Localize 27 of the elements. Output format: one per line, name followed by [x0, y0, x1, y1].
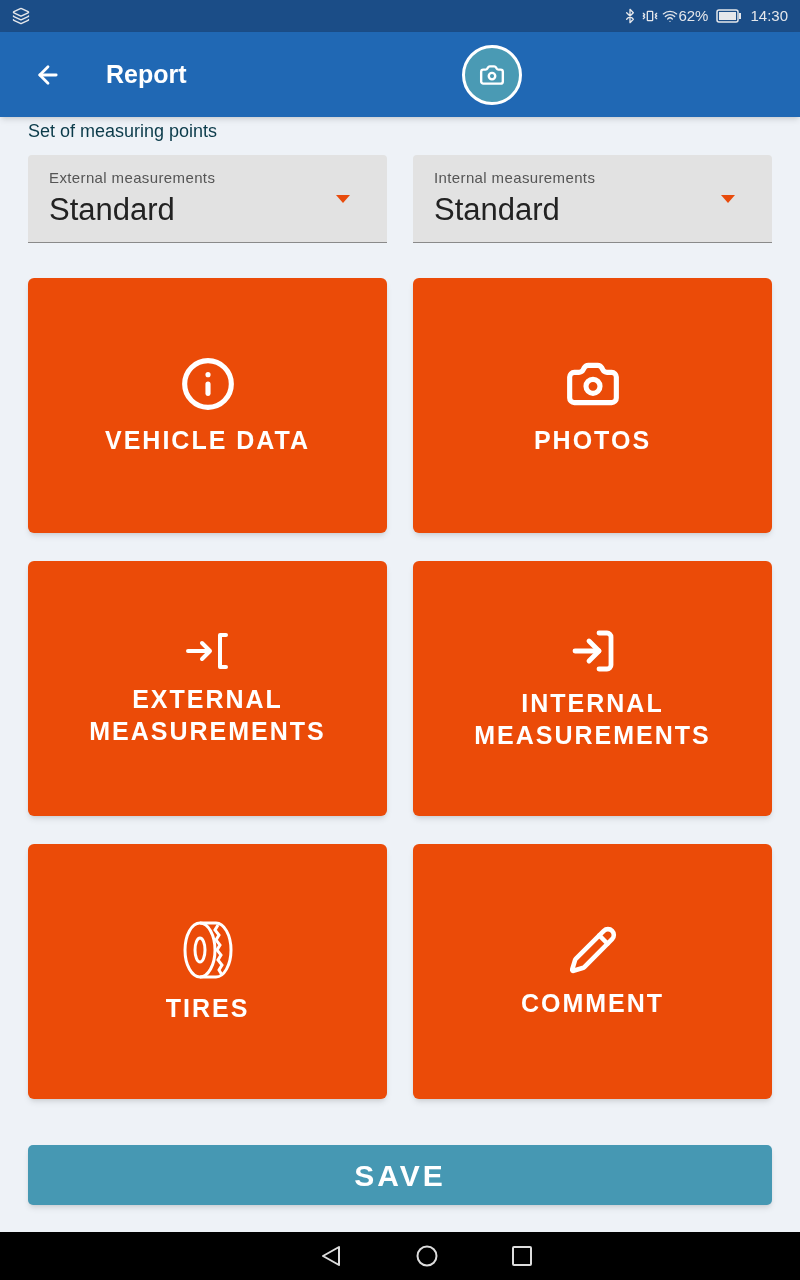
home-icon[interactable] — [416, 1245, 438, 1267]
dropdown-field[interactable]: Internal measurements Standard — [413, 155, 772, 243]
tire-icon — [181, 919, 234, 980]
save-button[interactable]: SAVE — [28, 1145, 772, 1205]
menu-tile[interactable]: TIRES — [28, 844, 387, 1099]
menu-tile[interactable]: INTERNAL MEASUREMENTS — [413, 561, 772, 816]
battery-icon — [716, 9, 743, 23]
menu-tile[interactable]: PHOTOS — [413, 278, 772, 533]
back-icon[interactable] — [320, 1245, 342, 1267]
menu-tile[interactable]: COMMENT — [413, 844, 772, 1099]
camera-button[interactable] — [462, 45, 522, 105]
section-label: Set of measuring points — [28, 120, 219, 143]
caret-icon — [721, 194, 735, 203]
vibrate-icon — [642, 8, 659, 24]
battery-percent: 62% — [678, 5, 709, 26]
menu-tile[interactable]: EXTERNAL MEASUREMENTS — [28, 561, 387, 816]
caret-icon — [336, 194, 350, 203]
pencil-icon — [567, 924, 618, 975]
camera-icon — [479, 62, 505, 88]
wifi-icon — [662, 8, 679, 24]
info-icon — [179, 355, 236, 412]
recents-icon[interactable] — [512, 1246, 532, 1266]
dropdown-field[interactable]: External measurements Standard — [28, 155, 387, 243]
clock: 14:30 — [750, 5, 788, 26]
menu-tile[interactable]: VEHICLE DATA — [28, 278, 387, 533]
layers-icon — [12, 7, 30, 25]
page-title: Report — [106, 58, 187, 90]
